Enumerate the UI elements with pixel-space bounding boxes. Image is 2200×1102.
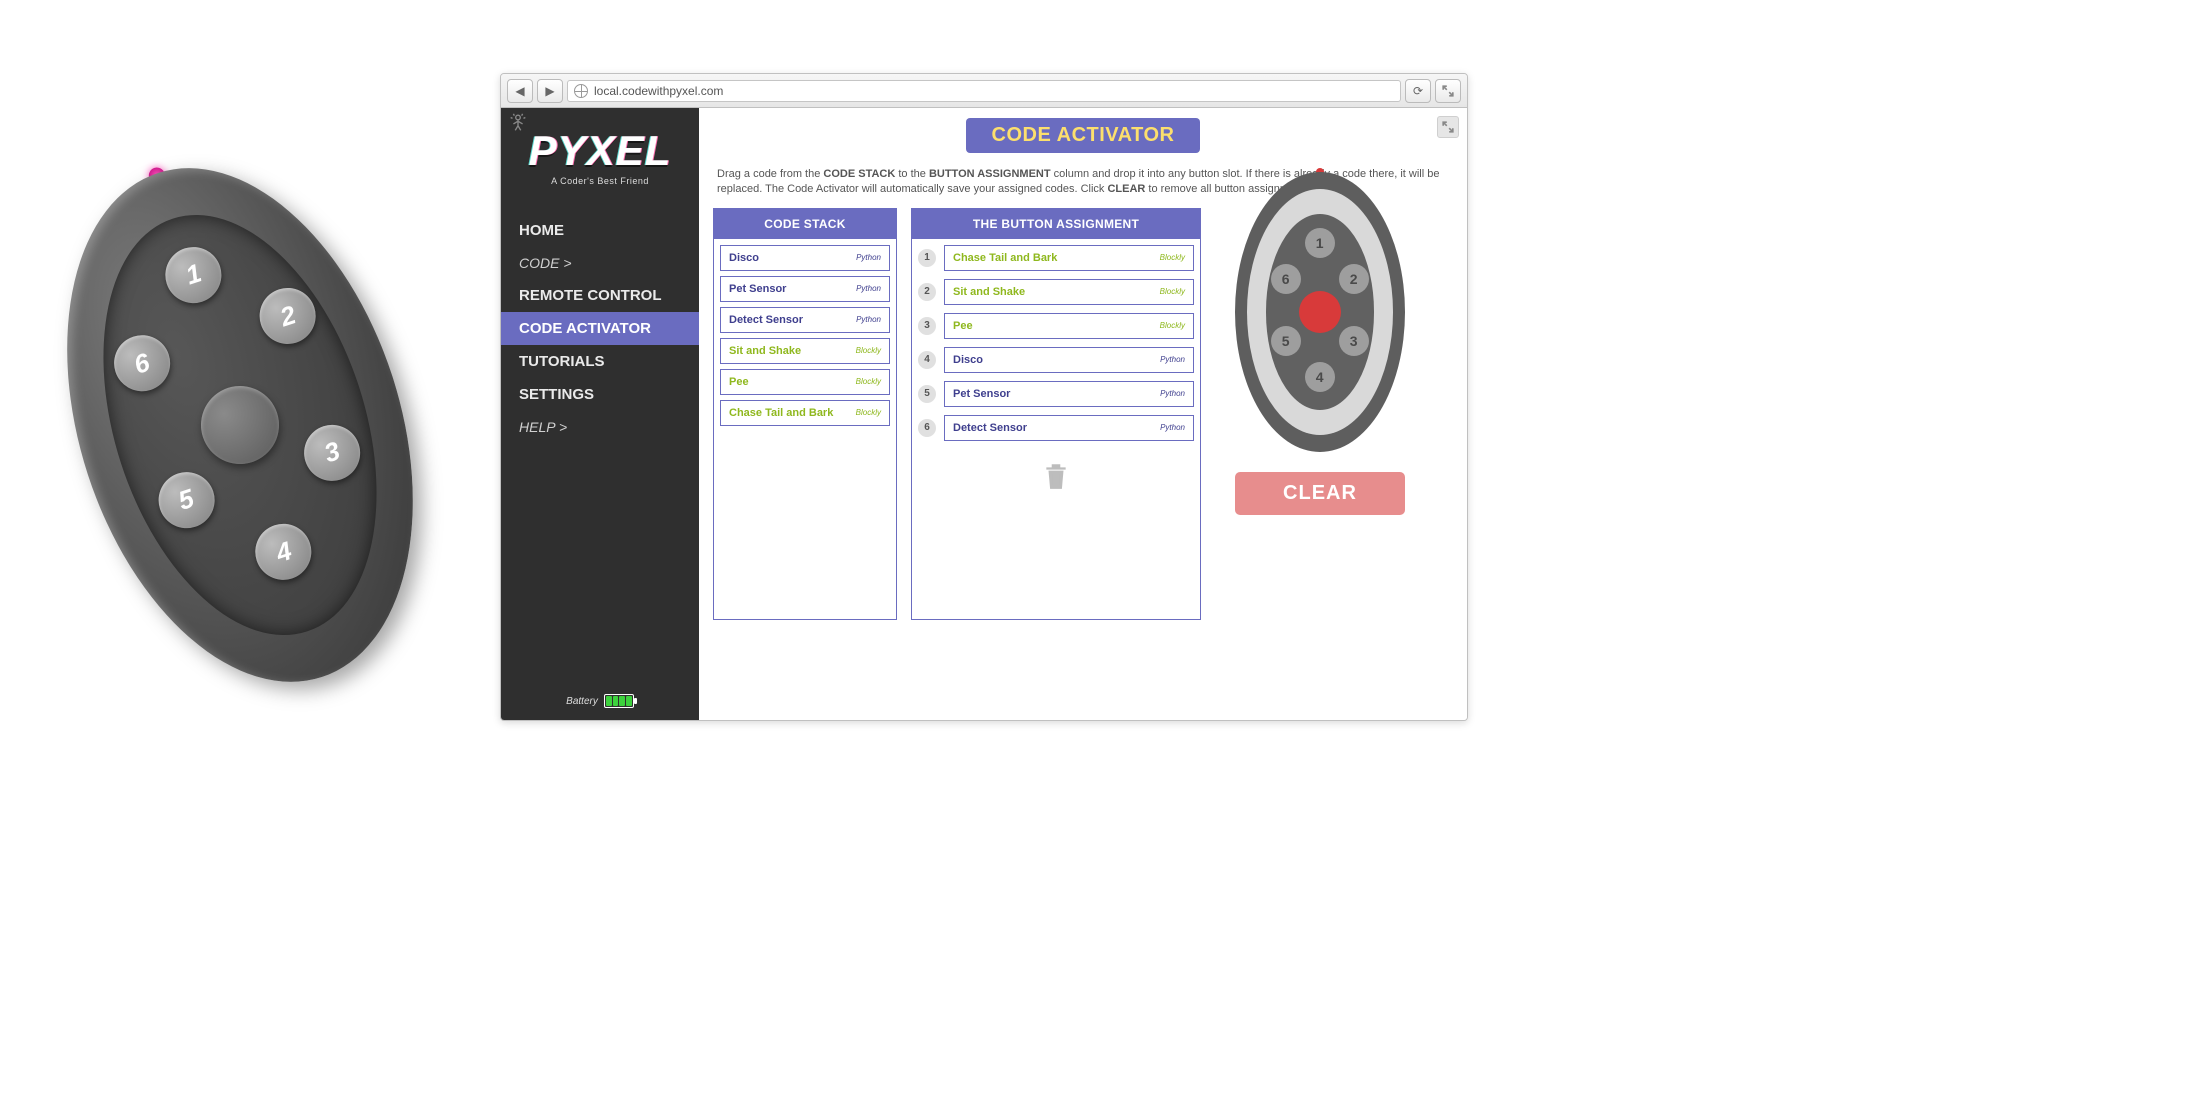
assignment-number: 6 xyxy=(918,419,936,437)
assignment-number: 3 xyxy=(918,317,936,335)
assignment-slot[interactable]: Detect Sensor Python xyxy=(944,415,1194,441)
assignment-body[interactable]: 1 Chase Tail and Bark Blockly 2 Sit and Shak… xyxy=(912,239,1200,455)
code-lang: Python xyxy=(1160,355,1185,364)
mini-remote-btn-2[interactable]: 2 xyxy=(1339,264,1369,294)
logo-text: PYXEL xyxy=(501,130,699,172)
nav-remote-control[interactable]: REMOTE CONTROL xyxy=(501,279,699,312)
stack-item[interactable]: Detect Sensor Python xyxy=(720,307,890,333)
mascot-icon xyxy=(507,112,529,139)
battery-icon xyxy=(604,694,634,708)
mini-remote-btn-6[interactable]: 6 xyxy=(1271,264,1301,294)
expand-button[interactable] xyxy=(1435,79,1461,103)
stack-item[interactable]: Pee Blockly xyxy=(720,369,890,395)
code-name: Detect Sensor xyxy=(729,314,803,326)
nav-code[interactable]: CODE > xyxy=(501,247,699,279)
globe-icon xyxy=(574,84,588,98)
forward-button[interactable]: ▶ xyxy=(537,79,563,103)
battery-indicator: Battery xyxy=(501,694,699,714)
nav-code-activator[interactable]: CODE ACTIVATOR xyxy=(501,312,699,345)
trash-icon[interactable] xyxy=(1043,461,1069,491)
url-bar[interactable]: local.codewithpyxel.com xyxy=(567,80,1401,102)
main-area: CODE ACTIVATOR Drag a code from the CODE… xyxy=(699,108,1467,720)
assignment-row: 4 Disco Python xyxy=(918,347,1194,373)
code-lang: Blockly xyxy=(1160,287,1185,296)
mini-remote-btn-5[interactable]: 5 xyxy=(1271,326,1301,356)
clear-button[interactable]: CLEAR xyxy=(1235,472,1405,515)
logo-subtitle: A Coder's Best Friend xyxy=(501,176,699,186)
nav-help[interactable]: HELP > xyxy=(501,411,699,443)
assignment-slot[interactable]: Disco Python xyxy=(944,347,1194,373)
code-lang: Blockly xyxy=(856,408,881,417)
code-name: Chase Tail and Bark xyxy=(729,407,833,419)
code-name: Pee xyxy=(953,320,973,332)
sidebar: PYXEL A Coder's Best Friend HOME CODE > … xyxy=(501,108,699,720)
nav-settings[interactable]: SETTINGS xyxy=(501,378,699,411)
fullscreen-icon[interactable] xyxy=(1437,116,1459,138)
mini-remote-btn-1[interactable]: 1 xyxy=(1305,228,1335,258)
code-lang: Python xyxy=(856,315,881,324)
assignment-number: 2 xyxy=(918,283,936,301)
code-lang: Python xyxy=(856,284,881,293)
code-name: Pee xyxy=(729,376,749,388)
trash-area xyxy=(912,461,1200,491)
assignment-row: 2 Sit and Shake Blockly xyxy=(918,279,1194,305)
assignment-slot[interactable]: Chase Tail and Bark Blockly xyxy=(944,245,1194,271)
physical-remote: 1 2 3 4 5 6 xyxy=(6,124,474,727)
mini-remote-center[interactable] xyxy=(1299,291,1341,333)
code-lang: Python xyxy=(856,253,881,262)
assignment-slot[interactable]: Pet Sensor Python xyxy=(944,381,1194,407)
assignment-slot[interactable]: Pee Blockly xyxy=(944,313,1194,339)
assignment-slot[interactable]: Sit and Shake Blockly xyxy=(944,279,1194,305)
assignment-number: 5 xyxy=(918,385,936,403)
code-name: Pet Sensor xyxy=(953,388,1010,400)
mini-remote-btn-3[interactable]: 3 xyxy=(1339,326,1369,356)
battery-label: Battery xyxy=(566,696,598,707)
nav: HOME CODE > REMOTE CONTROL CODE ACTIVATO… xyxy=(501,214,699,443)
code-name: Chase Tail and Bark xyxy=(953,252,1057,264)
code-lang: Blockly xyxy=(1160,321,1185,330)
code-name: Disco xyxy=(729,252,759,264)
browser-window: ◀ ▶ local.codewithpyxel.com ⟳ PYXEL A Co… xyxy=(500,73,1468,721)
back-button[interactable]: ◀ xyxy=(507,79,533,103)
logo: PYXEL A Coder's Best Friend xyxy=(501,130,699,186)
code-stack-body[interactable]: DiscoPythonPet SensorPythonDetect Sensor… xyxy=(714,239,896,619)
assignment-row: 3 Pee Blockly xyxy=(918,313,1194,339)
code-lang: Python xyxy=(1160,389,1185,398)
url-text: local.codewithpyxel.com xyxy=(594,84,723,98)
nav-tutorials[interactable]: TUTORIALS xyxy=(501,345,699,378)
code-name: Sit and Shake xyxy=(729,345,801,357)
code-lang: Blockly xyxy=(856,346,881,355)
assignment-row: 6 Detect Sensor Python xyxy=(918,415,1194,441)
reload-button[interactable]: ⟳ xyxy=(1405,79,1431,103)
stack-item[interactable]: Chase Tail and Bark Blockly xyxy=(720,400,890,426)
code-stack-column: CODE STACK DiscoPythonPet SensorPythonDe… xyxy=(713,208,897,620)
assignment-row: 1 Chase Tail and Bark Blockly xyxy=(918,245,1194,271)
assignment-header: THE BUTTON ASSIGNMENT xyxy=(912,209,1200,239)
code-name: Detect Sensor xyxy=(953,422,1027,434)
assignment-column: THE BUTTON ASSIGNMENT 1 Chase Tail and Ba… xyxy=(911,208,1201,620)
mini-remote: 1 2 3 4 5 6 xyxy=(1235,172,1405,452)
columns: CODE STACK DiscoPythonPet SensorPythonDe… xyxy=(713,208,1453,620)
code-lang: Python xyxy=(1160,423,1185,432)
browser-content: PYXEL A Coder's Best Friend HOME CODE > … xyxy=(501,108,1467,720)
code-name: Disco xyxy=(953,354,983,366)
page-title: CODE ACTIVATOR xyxy=(966,118,1201,153)
nav-home[interactable]: HOME xyxy=(501,214,699,247)
assignment-number: 4 xyxy=(918,351,936,369)
browser-toolbar: ◀ ▶ local.codewithpyxel.com ⟳ xyxy=(501,74,1467,108)
code-name: Pet Sensor xyxy=(729,283,786,295)
code-stack-header: CODE STACK xyxy=(714,209,896,239)
stack-item[interactable]: Sit and Shake Blockly xyxy=(720,338,890,364)
mini-remote-btn-4[interactable]: 4 xyxy=(1305,362,1335,392)
stack-item[interactable]: Disco Python xyxy=(720,245,890,271)
code-name: Sit and Shake xyxy=(953,286,1025,298)
assignment-number: 1 xyxy=(918,249,936,267)
right-panel: 1 2 3 4 5 6 CLEAR xyxy=(1215,208,1425,620)
stack-item[interactable]: Pet Sensor Python xyxy=(720,276,890,302)
code-lang: Blockly xyxy=(1160,253,1185,262)
assignment-row: 5 Pet Sensor Python xyxy=(918,381,1194,407)
code-lang: Blockly xyxy=(856,377,881,386)
